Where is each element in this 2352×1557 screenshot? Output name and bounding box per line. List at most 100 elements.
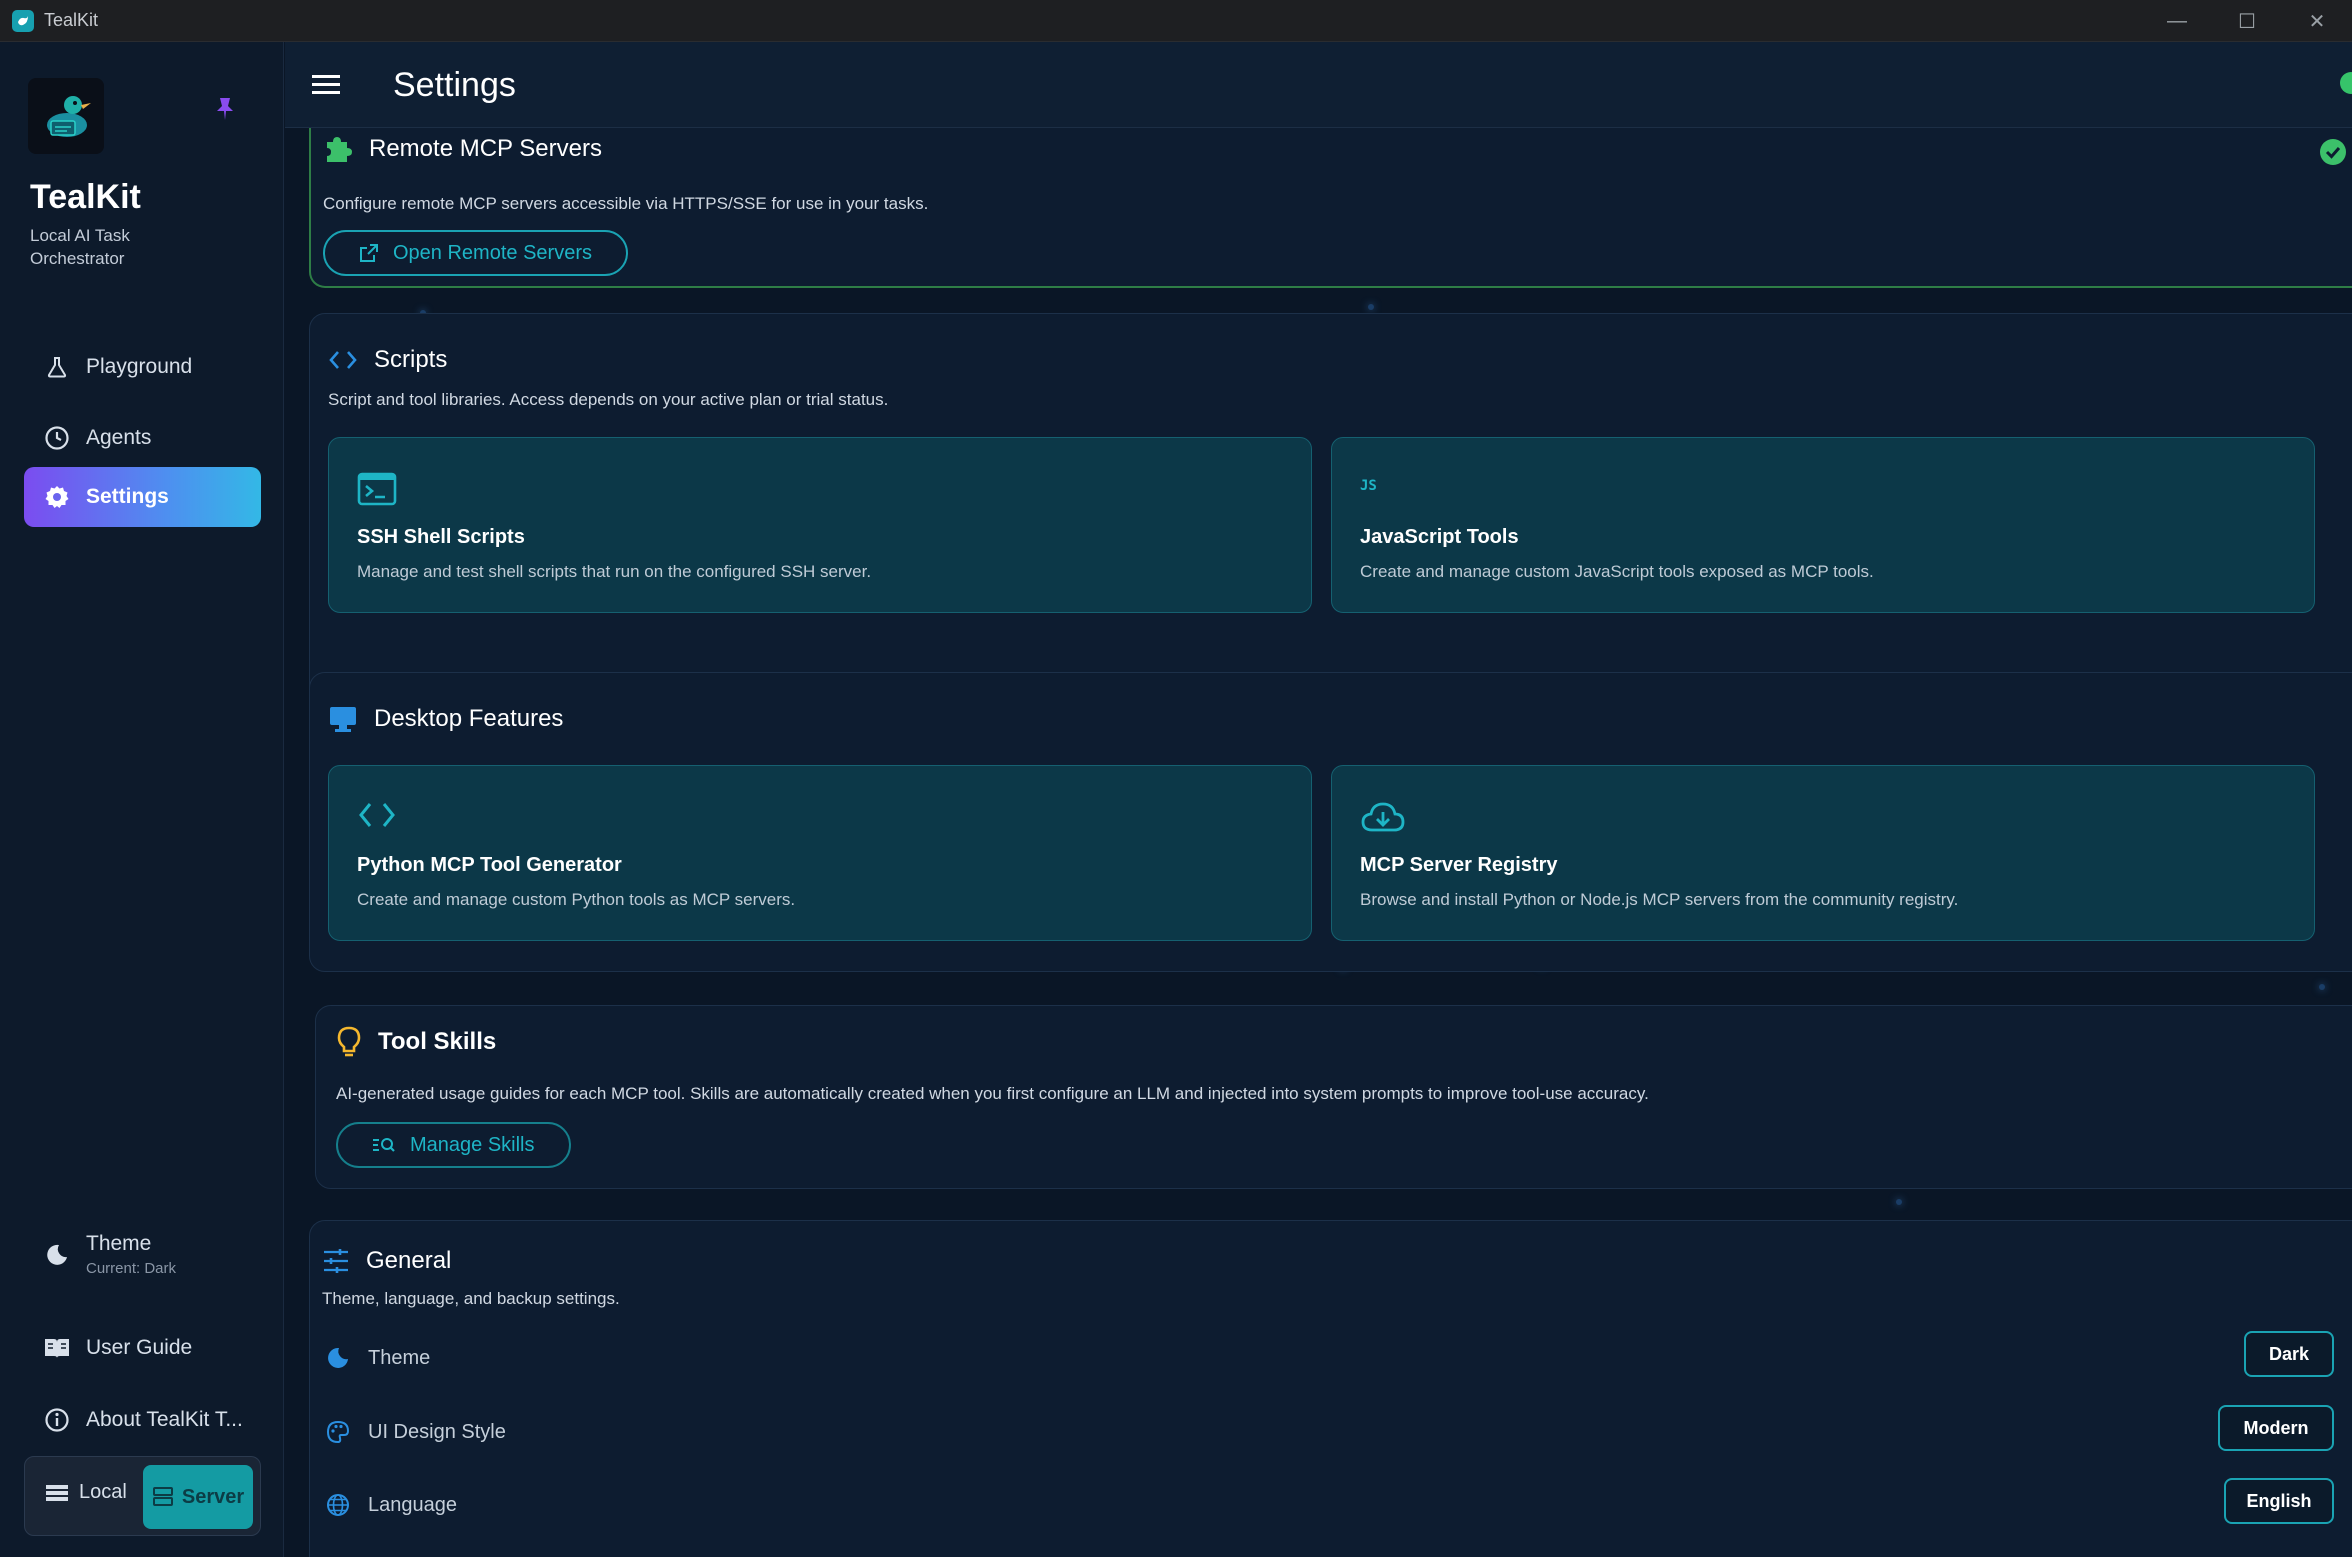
js-icon: JS <box>1360 478 1377 494</box>
setting-label: Language <box>368 1493 457 1516</box>
ssh-shell-scripts-title: SSH Shell Scripts <box>357 526 525 548</box>
external-link-icon <box>359 243 379 263</box>
javascript-tools-card[interactable]: JS JavaScript Tools Create and manage cu… <box>1331 437 2315 613</box>
palette-icon <box>326 1420 352 1444</box>
user-guide-label: User Guide <box>86 1336 193 1359</box>
scripts-description: Script and tool libraries. Access depend… <box>328 390 889 409</box>
theme-current: Current: Dark <box>86 1260 177 1277</box>
manage-skills-button[interactable]: Manage Skills <box>336 1122 571 1168</box>
open-remote-servers-button[interactable]: Open Remote Servers <box>323 230 628 276</box>
tool-skills-description: AI-generated usage guides for each MCP t… <box>336 1084 1649 1103</box>
mode-local-label: Local <box>79 1481 127 1503</box>
mode-server-label: Server <box>181 1485 245 1508</box>
code-icon <box>357 800 397 835</box>
mode-local-button[interactable]: Local <box>45 1481 127 1504</box>
search-list-icon <box>372 1136 396 1154</box>
desktop-features-card: Desktop Features Python MCP Tool Generat… <box>309 672 2352 972</box>
remote-mcp-title-row: Remote MCP Servers <box>323 134 602 164</box>
nav-user-guide[interactable]: User Guide <box>24 1318 261 1378</box>
brand-tagline: Local AI Task Orchestrator <box>30 226 130 268</box>
lightbulb-icon <box>336 1026 362 1058</box>
background-particle <box>2319 984 2325 990</box>
background-particle <box>1896 1199 1902 1205</box>
open-remote-servers-label: Open Remote Servers <box>393 241 592 264</box>
minimize-button[interactable]: — <box>2142 0 2212 42</box>
ssh-shell-scripts-card[interactable]: SSH Shell Scripts Manage and test shell … <box>328 437 1312 613</box>
about-label: About TealKit T... <box>86 1408 243 1431</box>
nav-playground[interactable]: Playground <box>24 337 261 397</box>
connection-status-indicator <box>2340 72 2352 94</box>
brand-name: TealKit <box>30 178 141 216</box>
nav-label: Agents <box>86 426 152 449</box>
settings-content: Remote MCP Servers Configure remote MCP … <box>285 128 2352 1557</box>
book-icon <box>42 1333 72 1363</box>
remote-mcp-card: Remote MCP Servers Configure remote MCP … <box>309 128 2352 288</box>
mcp-server-registry-title: MCP Server Registry <box>1360 854 1558 876</box>
nav-label: Playground <box>86 355 193 378</box>
nav-settings[interactable]: Settings <box>24 467 261 527</box>
general-description: Theme, language, and backup settings. <box>322 1289 620 1308</box>
ssh-shell-scripts-description: Manage and test shell scripts that run o… <box>357 562 872 581</box>
server-icon <box>152 1487 173 1506</box>
clock-icon <box>42 423 72 453</box>
python-mcp-tool-generator-card[interactable]: Python MCP Tool Generator Create and man… <box>328 765 1312 941</box>
manage-skills-label: Manage Skills <box>410 1133 535 1156</box>
info-icon <box>42 1405 72 1435</box>
python-mcp-tool-generator-description: Create and manage custom Python tools as… <box>357 890 796 909</box>
gear-icon <box>42 482 72 512</box>
nav-label: Settings <box>86 485 169 508</box>
tool-skills-title-row: Tool Skills <box>336 1026 496 1058</box>
page-title: Settings <box>393 66 516 104</box>
flask-icon <box>42 352 72 382</box>
terminal-icon <box>357 472 397 511</box>
window-title: TealKit <box>44 10 99 30</box>
python-mcp-tool-generator-title: Python MCP Tool Generator <box>357 854 622 876</box>
remote-mcp-description: Configure remote MCP servers accessible … <box>323 194 929 213</box>
globe-icon <box>326 1493 352 1517</box>
scripts-title: Scripts <box>374 346 448 373</box>
theme-label: Theme <box>86 1232 152 1255</box>
maximize-button[interactable]: ☐ <box>2212 0 2282 42</box>
monitor-icon <box>328 705 358 733</box>
mcp-server-registry-description: Browse and install Python or Node.js MCP… <box>1360 890 1959 909</box>
general-title-row: General <box>322 1247 451 1275</box>
tool-skills-title: Tool Skills <box>378 1028 497 1055</box>
check-circle-icon <box>2320 139 2346 165</box>
list-icon <box>46 1484 68 1501</box>
setting-row-theme: Theme <box>326 1333 2352 1383</box>
background-particle <box>1368 304 1374 310</box>
moon-icon <box>42 1240 72 1270</box>
tool-skills-card: Tool Skills AI-generated usage guides fo… <box>315 1005 2352 1189</box>
nav-agents[interactable]: Agents <box>24 408 261 468</box>
setting-row-language: Language <box>326 1480 2352 1530</box>
setting-row-ui-design-style: UI Design Style <box>326 1407 2352 1457</box>
javascript-tools-description: Create and manage custom JavaScript tool… <box>1360 562 1874 581</box>
general-card: General Theme, language, and backup sett… <box>309 1220 2352 1557</box>
nav-about[interactable]: About TealKit T... <box>24 1390 261 1450</box>
moon-icon <box>326 1346 352 1370</box>
mode-toggle: Local Server <box>24 1456 261 1536</box>
desktop-features-title: Desktop Features <box>374 705 564 732</box>
close-button[interactable]: ✕ <box>2282 0 2352 42</box>
pin-icon[interactable] <box>214 96 236 127</box>
page-header: Settings <box>285 42 2352 128</box>
javascript-tools-title: JavaScript Tools <box>1360 526 1519 548</box>
code-icon <box>328 349 358 371</box>
theme-toggle[interactable]: Theme Current: Dark <box>24 1222 261 1298</box>
theme-select[interactable]: Dark <box>2244 1331 2334 1377</box>
mode-server-button[interactable]: Server <box>143 1465 253 1529</box>
sidebar: TealKit Local AI Task Orchestrator Playg… <box>0 42 284 1557</box>
scripts-title-row: Scripts <box>328 346 447 374</box>
menu-icon[interactable] <box>311 72 341 101</box>
remote-mcp-title: Remote MCP Servers <box>369 135 602 162</box>
cloud-download-icon <box>1360 800 1406 839</box>
language-select[interactable]: English <box>2224 1478 2334 1524</box>
puzzle-icon <box>323 134 353 164</box>
app-logo <box>28 78 104 154</box>
setting-label: Theme <box>368 1346 431 1369</box>
mcp-server-registry-card[interactable]: MCP Server Registry Browse and install P… <box>1331 765 2315 941</box>
ui-design-style-select[interactable]: Modern <box>2218 1405 2334 1451</box>
window-titlebar: TealKit — ☐ ✕ <box>0 0 2352 42</box>
desktop-features-title-row: Desktop Features <box>328 705 563 733</box>
general-title: General <box>366 1247 452 1274</box>
